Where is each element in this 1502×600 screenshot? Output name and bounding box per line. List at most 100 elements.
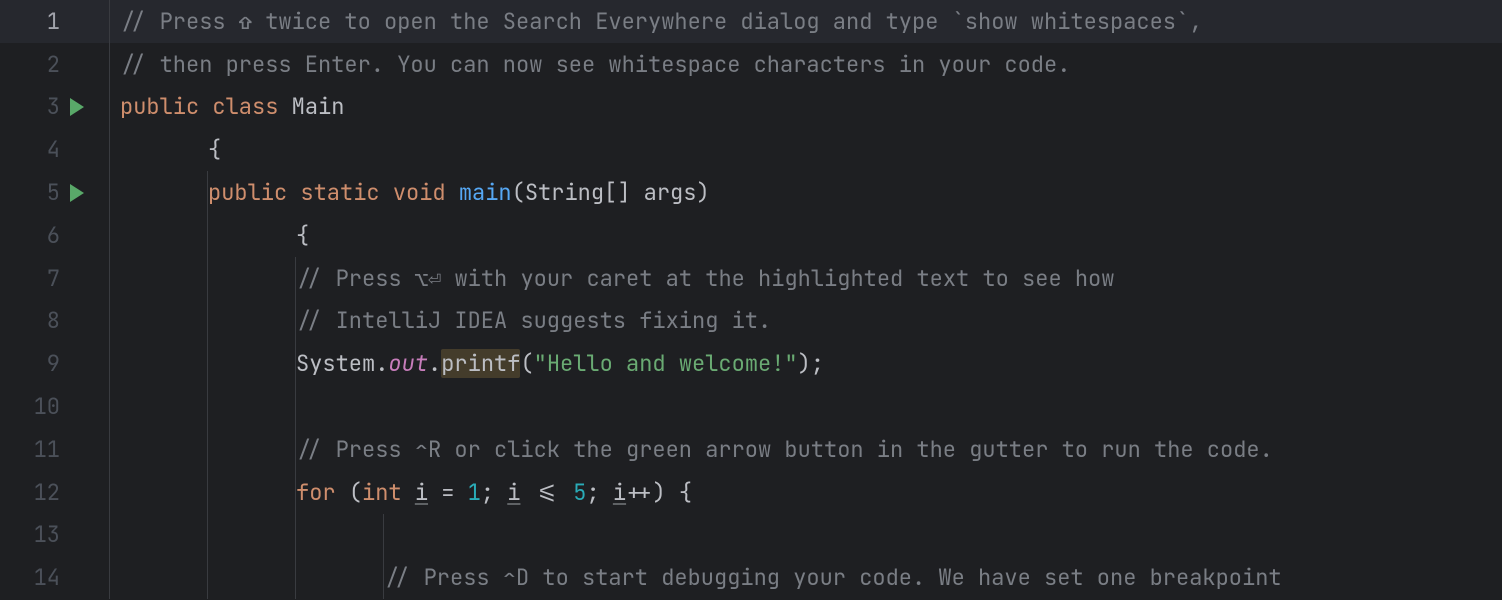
code-line[interactable]: 14 // Press ⌃D to start debugging your c… [0,556,1502,599]
code-text[interactable] [110,385,1502,428]
gutter[interactable]: 9 [0,342,110,385]
code-line[interactable]: 3 public class Main [0,86,1502,129]
brackets: [] [604,178,644,207]
string-literal: "Hello and welcome!" [534,349,798,378]
gutter[interactable]: 4 [0,128,110,171]
code-line[interactable]: 5 public static void main(String[] args) [0,171,1502,214]
gutter[interactable]: 12 [0,471,110,514]
indent-guide [295,300,296,343]
operator-le: <= [520,478,573,507]
paren-open: ( [520,349,533,378]
gutter[interactable]: 1 [0,0,110,43]
code-line[interactable]: 6 { [0,214,1502,257]
code-line[interactable]: 12 for (int i = 1; i <= 5; i++) { [0,471,1502,514]
line-number: 8 [20,306,60,335]
indent-guide [383,514,384,557]
gutter[interactable]: 11 [0,428,110,471]
code-text[interactable]: for (int i = 1; i <= 5; i++) { [110,471,1502,514]
code-text[interactable]: public class Main [110,86,1502,129]
gutter[interactable]: 5 [0,171,110,214]
comment: // Press ⇧ twice to open the Search Ever… [120,7,1202,36]
param-args: args [644,178,697,207]
gutter[interactable]: 14 [0,556,110,599]
number-literal: 5 [573,478,586,507]
comment: // Press ⌃D to start debugging your code… [384,563,1282,592]
indent-guide [207,171,208,214]
keyword-void: void [393,178,446,207]
line-number: 3 [20,92,60,121]
gutter[interactable]: 8 [0,300,110,343]
indent-guide [207,342,208,385]
code-text[interactable]: System.out.printf("Hello and welcome!"); [110,342,1502,385]
class-name: Main [292,92,345,121]
indent-guide [383,556,384,599]
code-text[interactable]: // Press ⌃R or click the green arrow but… [110,428,1502,471]
line-number: 11 [20,435,60,464]
code-text[interactable]: public static void main(String[] args) [110,171,1502,214]
indent-guide [207,385,208,428]
run-gutter-icon[interactable] [70,184,84,202]
indent-guide [295,556,296,599]
dot: . [428,349,441,378]
semicolon: ; [811,349,824,378]
code-line[interactable]: 1 // Press ⇧ twice to open the Search Ev… [0,0,1502,43]
code-line[interactable]: 11 // Press ⌃R or click the green arrow … [0,428,1502,471]
paren-close: ) [798,349,811,378]
semicolon: ; [481,478,507,507]
assign: = [428,478,468,507]
keyword-static: static [300,178,379,207]
indent-guide [207,257,208,300]
brace-open: { [208,135,221,164]
gutter[interactable]: 13 [0,514,110,557]
gutter[interactable]: 10 [0,385,110,428]
indent-guide [207,214,208,257]
gutter[interactable]: 7 [0,257,110,300]
code-line[interactable]: 2 // then press Enter. You can now see w… [0,43,1502,86]
code-text[interactable]: // then press Enter. You can now see whi… [110,43,1502,86]
class-ref-system: System [296,349,375,378]
line-number: 14 [20,563,60,592]
code-line[interactable]: 10 [0,385,1502,428]
code-text[interactable]: // IntelliJ IDEA suggests fixing it. [110,300,1502,343]
code-text[interactable]: { [110,128,1502,171]
keyword-class: class [212,92,278,121]
keyword-public: public [120,92,199,121]
code-text[interactable]: { [110,214,1502,257]
comment: // Press ⌥⏎ with your caret at the highl… [296,264,1114,293]
space [402,478,415,507]
gutter[interactable]: 2 [0,43,110,86]
code-line[interactable]: 13 [0,514,1502,557]
comment: // Press ⌃R or click the green arrow but… [296,435,1273,464]
keyword-public: public [208,178,287,207]
indent-guide [207,300,208,343]
code-text[interactable]: // Press ⌃D to start debugging your code… [110,556,1502,599]
paren-close: ) [696,178,709,207]
increment-brace: ++) { [626,478,692,507]
code-text[interactable]: // Press ⌥⏎ with your caret at the highl… [110,257,1502,300]
indent-guide [207,556,208,599]
keyword-int: int [362,478,402,507]
semicolon: ; [586,478,612,507]
gutter[interactable]: 6 [0,214,110,257]
type-string: String [525,178,604,207]
gutter[interactable]: 3 [0,86,110,129]
line-number: 10 [20,392,60,421]
method-name: main [459,178,512,207]
run-gutter-icon[interactable] [70,98,84,116]
line-number: 13 [20,520,60,549]
line-number: 2 [20,50,60,79]
code-line[interactable]: 7 // Press ⌥⏎ with your caret at the hig… [0,257,1502,300]
code-line[interactable]: 9 System.out.printf("Hello and welcome!"… [0,342,1502,385]
code-editor[interactable]: 1 // Press ⇧ twice to open the Search Ev… [0,0,1502,600]
code-line[interactable]: 8 // IntelliJ IDEA suggests fixing it. [0,300,1502,343]
comment: // then press Enter. You can now see whi… [120,50,1070,79]
line-number: 9 [20,349,60,378]
code-text[interactable] [110,514,1502,557]
indent-guide [207,428,208,471]
indent-guide [295,428,296,471]
indent-guide [295,257,296,300]
line-number: 6 [20,221,60,250]
code-line[interactable]: 4 { [0,128,1502,171]
method-call-printf: printf [441,349,520,378]
code-text[interactable]: // Press ⇧ twice to open the Search Ever… [110,0,1502,43]
